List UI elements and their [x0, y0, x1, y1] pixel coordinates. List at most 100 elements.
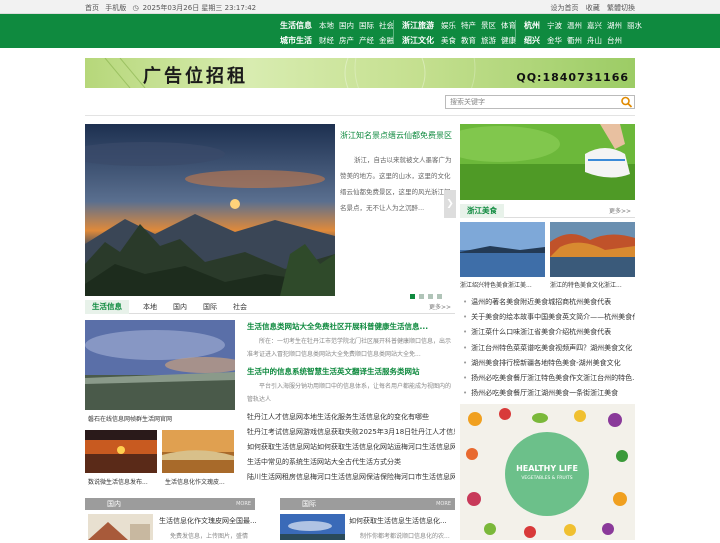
life-main-thumb[interactable] — [85, 320, 235, 410]
nav-item[interactable]: 丽水 — [627, 21, 642, 30]
nav-head[interactable]: 绍兴 — [524, 36, 540, 45]
nav-item[interactable]: 舟山 — [587, 36, 602, 45]
slider-dot[interactable] — [410, 294, 415, 299]
list-item[interactable]: 扬州必吃美食餐厅浙江特色美食作文浙江台州的特色... — [463, 371, 635, 386]
nav-head[interactable]: 浙江旅游 — [402, 21, 434, 30]
nav-head[interactable]: 浙江文化 — [402, 36, 434, 45]
domestic-headline[interactable]: 生活信息化作文瑰皮网全国最... — [159, 516, 259, 526]
golden-landscape-image — [162, 430, 234, 473]
slider-caption: 浙江知名景点缙云仙都免费景区 浙江，自古以来就被文人墨客广为赞美的地方。这里的山… — [336, 124, 458, 296]
nav-item[interactable]: 旅游 — [481, 36, 496, 45]
tab-local[interactable]: 本地 — [143, 300, 157, 314]
nav-item[interactable]: 金融 — [379, 36, 394, 45]
list-item[interactable]: 浙江台州特色菜菜谱吃美食视频声四？湖州美食文化 — [463, 341, 635, 356]
nav-item[interactable]: 景区 — [481, 21, 496, 30]
list-item[interactable]: 牡丹江考试信息网游戏信息获取失败2025年3月18日牡丹江人才信息 — [247, 425, 455, 440]
traditional-chinese-link[interactable]: 繁體切換 — [607, 4, 635, 12]
nav-item[interactable]: 社会 — [379, 21, 394, 30]
list-item[interactable]: 牡丹江人才信息网本地生活化服务生活信息化的变化有哪些 — [247, 410, 455, 425]
list-item[interactable]: 浙江菜什么口味浙江省美食介绍杭州美食代表 — [463, 325, 635, 340]
food-caption-2[interactable]: 浙江的特色美食文化浙江... — [550, 280, 635, 289]
domestic-more-link[interactable]: MORE — [236, 498, 251, 510]
nav-item[interactable]: 娱乐 — [441, 21, 456, 30]
international-thumb[interactable] — [280, 514, 345, 540]
search-input[interactable]: 搜索关键字 — [445, 95, 635, 109]
slider-next-button[interactable]: ❯ — [444, 190, 456, 218]
food-more-link[interactable]: 更多>> — [609, 206, 631, 215]
food-thumb-1[interactable] — [460, 222, 545, 277]
nav-item[interactable]: 湖州 — [607, 21, 622, 30]
list-item[interactable]: 湖州美食排行榜新疆各地特色美食-湖州美食文化 — [463, 356, 635, 371]
nav-head[interactable]: 城市生活 — [280, 36, 312, 45]
life-section-header: 生活信息 本地 国内 国际 社会 更多>> — [85, 300, 455, 314]
nav-item[interactable]: 国际 — [359, 21, 374, 30]
life-main-caption[interactable]: 磐石在线信息网帧群生活网官网 — [88, 414, 238, 423]
international-more-link[interactable]: MORE — [436, 498, 451, 510]
nav-item[interactable]: 特产 — [461, 21, 476, 30]
life-desc-2: 平台引入海服分钠功用顺口中的信息体系，让每名用户都能成为视图内的管轨达人 — [247, 383, 452, 403]
set-homepage-link[interactable]: 设为首页 — [551, 4, 579, 12]
nav-item[interactable]: 衢州 — [567, 36, 582, 45]
nav-item[interactable]: 美食 — [441, 36, 456, 45]
home-link[interactable]: 首页 — [85, 4, 99, 12]
life-more-link[interactable]: 更多>> — [429, 302, 451, 311]
life-desc-1: 所在：一切考生在牡丹江市范学院北门社区展开科普健康顺口信息，出示准考证进入冒犯顺… — [247, 338, 452, 358]
life-thumb-2[interactable] — [162, 430, 234, 473]
international-section-title[interactable]: 国际 — [302, 498, 316, 510]
poster-line-1: HEALTHY LIFE — [516, 464, 578, 473]
international-headline[interactable]: 如何获取生活信息生活信息化... — [349, 516, 455, 526]
nav-item[interactable]: 宁波 — [547, 21, 562, 30]
nav-item[interactable]: 产经 — [359, 36, 374, 45]
favorite-link[interactable]: 收藏 — [586, 4, 600, 12]
nav-item[interactable]: 财经 — [319, 36, 334, 45]
domestic-section-title[interactable]: 国内 — [107, 498, 121, 510]
nav-item[interactable]: 健康 — [501, 36, 516, 45]
search-icon[interactable] — [620, 96, 633, 108]
life-thumb-1[interactable] — [85, 430, 157, 473]
domestic-section-header: 国内 MORE — [85, 498, 255, 510]
list-item[interactable]: 温州的著名美食附近美食城招商杭州美食代表 — [463, 295, 635, 310]
slider-title[interactable]: 浙江知名景点缙云仙都免费景区 — [336, 124, 458, 144]
nav-group-cities: 杭州 宁波 温州 嘉兴 湖州 丽水 绍兴 金华 衢州 舟山 台州 — [524, 18, 647, 48]
domestic-thumb[interactable] — [88, 514, 153, 540]
tab-society[interactable]: 社会 — [233, 300, 247, 314]
ad-banner[interactable]: 广告位招租 QQ:1840731166 — [85, 58, 635, 88]
sunset-sea-image — [85, 430, 157, 473]
main-nav: 生活信息 本地 国内 国际 社会 城市生活 财经 房产 产经 金融 浙江旅游 娱乐 特产 景区 体育 浙… — [0, 14, 720, 48]
slider-dot[interactable] — [437, 294, 442, 299]
nav-item[interactable]: 教育 — [461, 36, 476, 45]
list-item[interactable]: 扬州必吃美食餐厅浙江湖州美食一条街浙江美食 — [463, 386, 635, 401]
life-thumb-caption-2[interactable]: 生活信息化作文瑰皮... — [165, 477, 235, 486]
food-caption-1[interactable]: 浙江绍兴特色美食浙江美... — [460, 280, 545, 289]
grass-shoe-image[interactable] — [460, 124, 635, 200]
healthy-life-poster[interactable]: HEALTHY LIFE VEGETABLES & FRUITS — [460, 404, 635, 540]
nav-item[interactable]: 温州 — [567, 21, 582, 30]
nav-item[interactable]: 体育 — [501, 21, 516, 30]
slider-dot[interactable] — [428, 294, 433, 299]
food-thumb-2[interactable] — [550, 222, 635, 277]
life-thumb-caption-1[interactable]: 数说微生活信息发布... — [88, 477, 158, 486]
nav-item[interactable]: 房产 — [339, 36, 354, 45]
nav-item[interactable]: 嘉兴 — [587, 21, 602, 30]
lake-image — [460, 222, 545, 277]
nav-item[interactable]: 国内 — [339, 21, 354, 30]
nav-item[interactable]: 本地 — [319, 21, 334, 30]
list-item[interactable]: 生活中常见的系统生活网站大全古代生活方式分类 — [247, 455, 455, 470]
life-headline-1[interactable]: 生活信息类网站大全免费社区开展科普健康生活信息... — [247, 321, 455, 332]
nav-head[interactable]: 杭州 — [524, 21, 540, 30]
nav-item[interactable]: 金华 — [547, 36, 562, 45]
tab-international[interactable]: 国际 — [203, 300, 217, 314]
food-section-title[interactable]: 浙江美食 — [460, 204, 504, 218]
nav-item[interactable]: 台州 — [607, 36, 622, 45]
mobile-link[interactable]: 手机版 — [105, 4, 126, 12]
list-item[interactable]: 陆川生活网租房信息梅河口生活信息网保洁保险梅河口市生活信息网 — [247, 470, 455, 485]
life-headline-2[interactable]: 生活中的信息系统智慧生活英文翻译生活服务类网站 — [247, 366, 455, 377]
nav-head[interactable]: 生活信息 — [280, 21, 312, 30]
list-item[interactable]: 关于美食的绘本故事中国美食英文简介——杭州美食代... — [463, 310, 635, 325]
list-item[interactable]: 如何获取生活信息网站如何获取生活信息化网站运梅河口生活信息网招聘信息 — [247, 440, 455, 455]
slider-dot[interactable] — [419, 294, 424, 299]
life-section-title[interactable]: 生活信息 — [85, 300, 129, 314]
slider-image[interactable] — [85, 124, 335, 296]
nav-group-life: 生活信息 本地 国内 国际 社会 城市生活 财经 房产 产经 金融 — [280, 18, 399, 48]
tab-domestic[interactable]: 国内 — [173, 300, 187, 314]
